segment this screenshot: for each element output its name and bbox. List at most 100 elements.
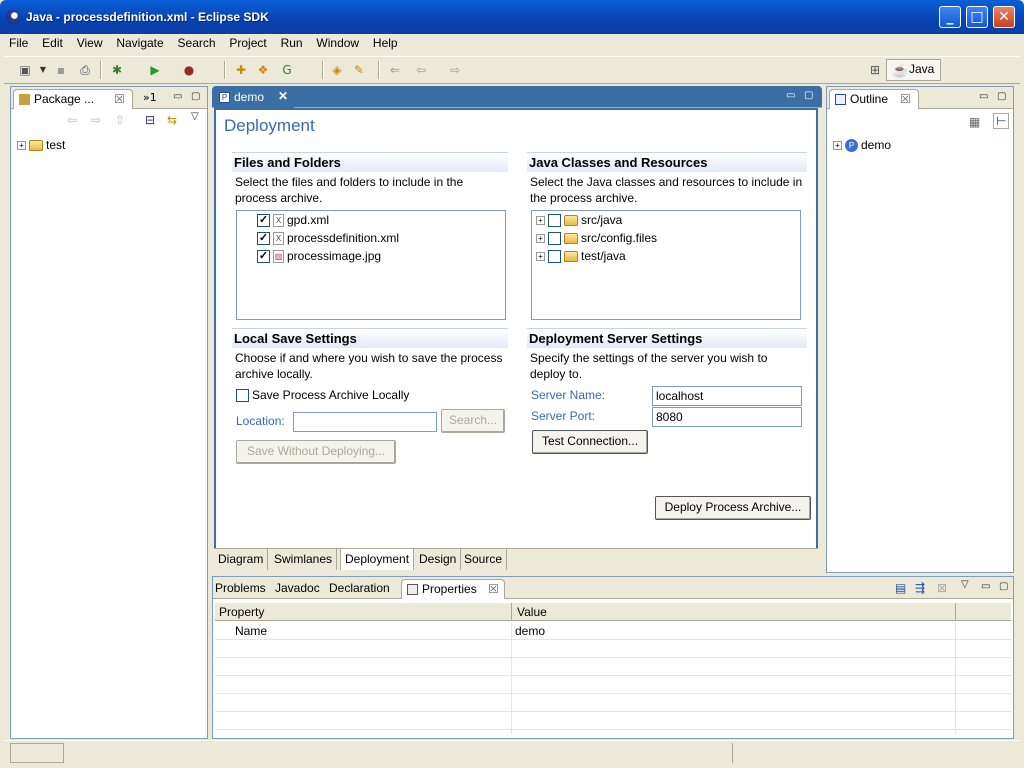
test-connection-button[interactable]: Test Connection... <box>532 430 648 454</box>
view-menu-icon[interactable]: ▽ <box>191 111 199 122</box>
server-name-input[interactable]: localhost <box>652 386 802 406</box>
forward-icon[interactable]: ⇨ <box>91 113 101 127</box>
open-type-icon[interactable]: ◈ <box>328 61 346 79</box>
outline-toggle-icon[interactable]: ▦ <box>969 115 980 129</box>
expand-icon[interactable]: + <box>833 140 842 150</box>
menu-navigate[interactable]: Navigate <box>111 34 168 52</box>
minimize-icon[interactable]: ▭ <box>979 91 988 102</box>
tab-deployment[interactable]: Deployment <box>340 549 415 570</box>
table-row[interactable]: Name demo <box>215 622 1011 640</box>
restore-default-icon[interactable]: ⊠ <box>937 581 947 595</box>
tab-diagram[interactable]: Diagram <box>214 549 269 570</box>
java-resources-tree[interactable]: + src/java + src/config.files + test/jav… <box>531 210 801 320</box>
up-icon[interactable]: ⇧ <box>115 113 125 127</box>
maximize-icon[interactable]: ▢ <box>191 91 200 102</box>
close-icon[interactable]: ☒ <box>114 92 125 106</box>
close-button[interactable]: ✕ <box>993 6 1015 28</box>
menu-run[interactable]: Run <box>276 34 308 52</box>
back-icon[interactable]: ⇦ <box>412 61 430 79</box>
expand-icon[interactable]: + <box>17 140 26 150</box>
checkbox-checked[interactable]: ✓ <box>257 213 270 227</box>
tab-swimlanes[interactable]: Swimlanes <box>270 549 338 570</box>
minimize-icon[interactable]: ▭ <box>981 581 990 592</box>
save-without-deploying-button[interactable]: Save Without Deploying... <box>236 440 396 464</box>
link-with-editor-icon[interactable]: ⇆ <box>167 113 177 127</box>
debug-icon[interactable]: ✱ <box>108 61 126 79</box>
maximize-icon[interactable]: ▢ <box>804 90 813 101</box>
outline-tree-mode-icon[interactable]: ⊢ <box>993 113 1010 129</box>
save-locally-checkbox[interactable]: Save Process Archive Locally <box>236 388 409 402</box>
open-perspective-icon[interactable]: ⊞ <box>866 61 884 79</box>
tab-overflow-indicator[interactable]: »1 <box>143 91 157 104</box>
close-icon[interactable]: ✕ <box>278 89 288 103</box>
tab-design[interactable]: Design <box>415 549 462 570</box>
new-dropdown-icon[interactable]: ▼ <box>34 61 52 79</box>
column-header-property[interactable]: Property <box>219 605 264 619</box>
menu-edit[interactable]: Edit <box>37 34 68 52</box>
expand-icon[interactable]: + <box>536 215 545 225</box>
tab-problems[interactable]: Problems <box>213 579 271 599</box>
checkbox-unchecked[interactable] <box>548 213 561 227</box>
menu-help[interactable]: Help <box>368 34 403 52</box>
minimize-icon[interactable]: ▭ <box>786 90 795 101</box>
menu-window[interactable]: Window <box>311 34 364 52</box>
column-header-value[interactable]: Value <box>517 605 547 619</box>
maximize-button[interactable]: □ <box>966 6 988 28</box>
tab-outline[interactable]: Outline ☒ <box>829 89 919 109</box>
resource-item-test-java[interactable]: + test/java <box>536 249 626 263</box>
external-tools-icon[interactable]: ● <box>180 61 198 79</box>
menu-view[interactable]: View <box>72 34 108 52</box>
save-icon[interactable]: ▪ <box>52 61 70 79</box>
run-icon[interactable]: ▶ <box>146 61 164 79</box>
tab-source[interactable]: Source <box>460 549 508 570</box>
show-categories-icon[interactable]: ▤ <box>895 581 906 595</box>
file-item-gpd-xml[interactable]: ✓ X gpd.xml <box>257 213 329 227</box>
location-input[interactable] <box>293 412 437 432</box>
expand-icon[interactable]: + <box>536 233 545 243</box>
last-edit-icon[interactable]: ⇐ <box>386 61 404 79</box>
tab-properties[interactable]: Properties ☒ <box>401 579 505 599</box>
expand-icon[interactable]: + <box>536 251 545 261</box>
close-icon[interactable]: ☒ <box>900 92 911 106</box>
tab-declaration[interactable]: Declaration <box>325 579 401 599</box>
menu-search[interactable]: Search <box>173 34 221 52</box>
print-icon[interactable]: ⎙ <box>76 61 94 79</box>
maximize-icon[interactable]: ▢ <box>997 91 1006 102</box>
checkbox-unchecked[interactable] <box>548 231 561 245</box>
menu-file[interactable]: File <box>4 34 33 52</box>
tree-item-test[interactable]: + test <box>17 138 65 152</box>
checkbox-checked[interactable]: ✓ <box>257 249 270 263</box>
file-item-processdefinition-xml[interactable]: ✓ X processdefinition.xml <box>257 231 399 245</box>
server-port-input[interactable]: 8080 <box>652 407 802 427</box>
search-button[interactable]: Search... <box>441 409 505 433</box>
new-package-icon[interactable]: ✚ <box>232 61 250 79</box>
resource-item-src-config-files[interactable]: + src/config.files <box>536 231 657 245</box>
resource-item-src-java[interactable]: + src/java <box>536 213 622 227</box>
new-class-icon[interactable]: ❖ <box>254 61 272 79</box>
menu-project[interactable]: Project <box>224 34 271 52</box>
tab-demo[interactable]: P demo ✕ <box>214 88 294 108</box>
show-advanced-icon[interactable]: ⇶ <box>915 581 925 595</box>
minimize-button[interactable]: _ <box>939 6 961 28</box>
checkbox-unchecked[interactable] <box>548 249 561 263</box>
collapse-all-icon[interactable]: ⊟ <box>145 113 155 127</box>
checkbox-checked[interactable]: ✓ <box>257 231 270 245</box>
back-icon[interactable]: ⇦ <box>67 113 77 127</box>
files-tree[interactable]: ✓ X gpd.xml ✓ X processdefinition.xml ✓ … <box>236 210 506 320</box>
search-icon[interactable]: ✎ <box>350 61 368 79</box>
file-item-processimage-jpg[interactable]: ✓ ▨ processimage.jpg <box>257 249 381 263</box>
outline-item-demo[interactable]: + P demo <box>833 138 891 152</box>
status-handle[interactable] <box>10 743 64 763</box>
maximize-icon[interactable]: ▢ <box>999 581 1008 592</box>
tab-package-explorer[interactable]: Package ... ☒ <box>13 89 133 109</box>
checkbox-unchecked[interactable] <box>236 388 249 402</box>
deploy-process-archive-button[interactable]: Deploy Process Archive... <box>655 496 811 520</box>
minimize-icon[interactable]: ▭ <box>173 91 182 102</box>
new-icon[interactable]: ▣ <box>16 61 34 79</box>
forward-icon[interactable]: ⇨ <box>446 61 464 79</box>
new-java-icon[interactable]: G <box>278 61 296 79</box>
java-perspective-button[interactable]: ☕ Java <box>886 59 942 81</box>
view-menu-icon[interactable]: ▽ <box>961 579 969 590</box>
close-icon[interactable]: ☒ <box>488 582 499 596</box>
tab-javadoc[interactable]: Javadoc <box>271 579 325 599</box>
